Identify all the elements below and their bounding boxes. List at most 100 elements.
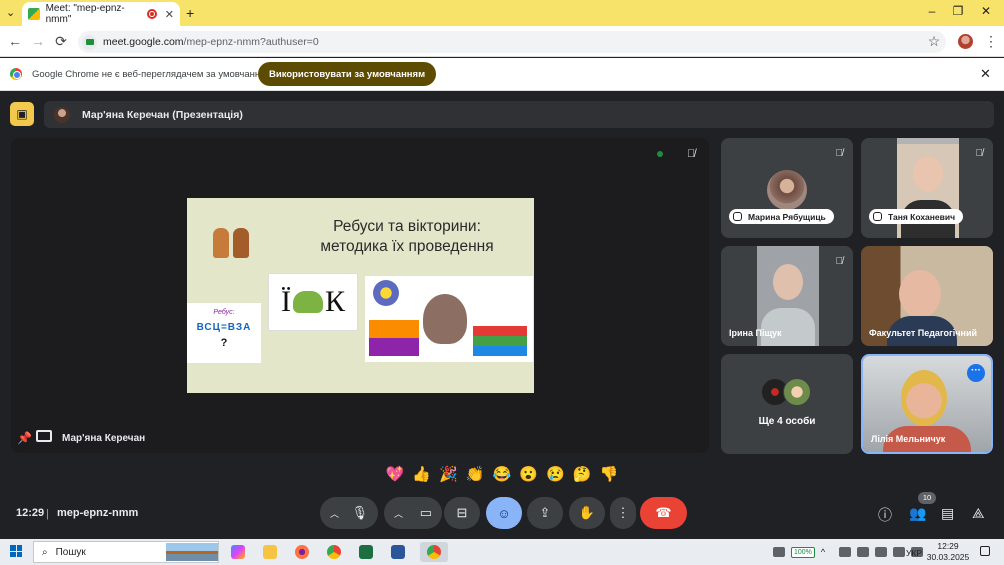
reaction-sad-icon[interactable]: 😢: [545, 463, 567, 485]
mic-control[interactable]: ︿ 🎙: [320, 497, 378, 529]
taskbar-time: 12:29: [937, 541, 959, 551]
pin-icon[interactable]: 📌: [17, 431, 32, 445]
wifi-icon[interactable]: [892, 547, 905, 557]
end-call-button[interactable]: ☎: [640, 497, 687, 529]
shared-slide: Ребуси та вікторини: методика їх проведе…: [187, 198, 534, 393]
camera-control[interactable]: ︿ ▭: [384, 497, 442, 529]
reaction-surprised-icon[interactable]: 😮: [518, 463, 540, 485]
site-info-icon[interactable]: [82, 34, 97, 50]
reactions-bar: 💖 👍 🎉 👏 😂 😮 😢 🤔 👎: [384, 462, 620, 486]
battery-icon[interactable]: [874, 547, 887, 557]
reload-button[interactable]: ⟳: [52, 33, 70, 50]
activities-icon[interactable]: ⟁: [972, 505, 985, 522]
more-participants-tile[interactable]: Ще 4 особи: [721, 354, 853, 454]
participant-tile[interactable]: 🎙̸ Таня Коханевич: [861, 138, 993, 238]
taskbar-clock[interactable]: 12:29 30.03.2025: [926, 541, 970, 563]
profile-avatar[interactable]: [958, 34, 973, 49]
file-explorer-icon[interactable]: [260, 542, 280, 562]
owl-books-illustration: [365, 276, 533, 362]
reaction-thinking-icon[interactable]: 🤔: [571, 463, 593, 485]
restore-button[interactable]: ❐: [944, 4, 972, 18]
mic-off-icon: 🎙̸: [835, 256, 844, 267]
participant-tile[interactable]: Факультет Педагогічний: [861, 246, 993, 346]
meet-favicon-icon: [28, 8, 40, 20]
microphone-icon[interactable]: 🎙: [351, 505, 368, 521]
notifications-icon[interactable]: [980, 546, 990, 556]
hand-icon: ✋: [578, 505, 596, 520]
hand-icon: [873, 212, 882, 221]
reaction-laugh-icon[interactable]: 😂: [491, 463, 513, 485]
taskbar-date: 30.03.2025: [926, 552, 970, 562]
firefox-icon[interactable]: [292, 542, 312, 562]
chat-icon[interactable]: ▤: [941, 505, 954, 522]
rebus-letter-right: К: [324, 285, 345, 318]
presenter-label: Мар'яна Керечан (Презентація): [82, 108, 243, 121]
search-highlight-image: [166, 543, 218, 561]
windows-start-icon[interactable]: [10, 545, 22, 557]
emoji-reactions-button[interactable]: ☺: [486, 497, 522, 529]
reaction-party-icon[interactable]: 🎉: [438, 463, 460, 485]
bookmark-star-icon[interactable]: ☆: [925, 33, 943, 50]
mic-off-icon: 🎙̸: [975, 148, 984, 159]
chrome-active-icon[interactable]: [420, 542, 448, 562]
new-tab-button[interactable]: +: [186, 5, 194, 21]
participant-tile[interactable]: 🎙̸ Ірина Піщук: [721, 246, 853, 346]
set-default-button[interactable]: Використовувати за умовчанням: [258, 62, 437, 86]
participant-name: Лілія Мельничук: [871, 434, 946, 444]
browser-menu-icon[interactable]: ⋮: [982, 33, 1000, 50]
speaking-indicator: [657, 151, 663, 157]
browser-tab-meet[interactable]: Meet: "mep-epnz-nmm" ✕: [22, 2, 180, 26]
more-vert-icon: ⋮: [616, 505, 630, 520]
tab-title: Meet: "mep-epnz-nmm": [45, 3, 125, 25]
rebus-title: Ребус:: [213, 309, 235, 316]
reaction-heart-icon[interactable]: 💖: [384, 463, 406, 485]
chevron-up-icon[interactable]: ︿: [330, 507, 339, 520]
security-icon[interactable]: [773, 547, 785, 557]
chevron-up-icon[interactable]: ︿: [394, 507, 403, 520]
tray-app-icon[interactable]: [838, 547, 851, 557]
rebus-card: Ребус: ВСЦ=ВЗА ?: [187, 303, 261, 363]
people-icon[interactable]: 👥: [909, 505, 926, 522]
chrome-icon[interactable]: [324, 542, 344, 562]
reaction-thumbs-up-icon[interactable]: 👍: [411, 463, 433, 485]
meeting-time: 12:29: [16, 507, 45, 519]
emoji-icon: ☺: [497, 505, 511, 521]
present-screen-button[interactable]: ⇪: [527, 497, 563, 529]
more-options-icon[interactable]: ···: [967, 364, 985, 382]
address-bar[interactable]: meet.google.com/mep-epnz-nmm?authuser=0: [78, 31, 946, 53]
raise-hand-button[interactable]: ✋: [569, 497, 605, 529]
reaction-clap-icon[interactable]: 👏: [464, 463, 486, 485]
rebus-letters: ВСЦ=ВЗА: [196, 322, 252, 333]
input-language[interactable]: УКР: [906, 548, 922, 558]
recording-indicator-icon: [146, 9, 157, 19]
participant-name: Ірина Піщук: [729, 328, 782, 338]
hand-icon: [733, 212, 742, 221]
search-icon: ⌕: [42, 546, 48, 558]
minimize-button[interactable]: –: [918, 4, 946, 18]
word-icon[interactable]: [388, 542, 408, 562]
close-window-button[interactable]: ✕: [972, 4, 1000, 18]
camera-icon[interactable]: ▭: [420, 505, 432, 521]
meeting-info-icon[interactable]: ⓘ: [878, 505, 892, 525]
reaction-thumbs-down-icon[interactable]: 👎: [598, 463, 620, 485]
forward-button[interactable]: →: [29, 33, 47, 49]
back-button[interactable]: ←: [6, 33, 24, 49]
tab-list-chevron-icon[interactable]: ⌄: [6, 6, 15, 19]
battery-indicator[interactable]: 100%: [791, 546, 815, 558]
chevron-up-icon[interactable]: ^: [821, 547, 833, 557]
close-tab-icon[interactable]: ✕: [165, 8, 174, 21]
search-label: Пошук: [55, 546, 86, 558]
presenter-avatar: [54, 106, 70, 123]
participant-tile[interactable]: 🎙̸ Марина Рябущиць: [721, 138, 853, 238]
copilot-app-icon[interactable]: [228, 542, 248, 562]
excel-icon[interactable]: [356, 542, 376, 562]
taskbar-search[interactable]: ⌕ Пошук: [33, 541, 219, 563]
usb-icon[interactable]: [856, 547, 869, 557]
infobar-close-icon[interactable]: ✕: [980, 66, 991, 82]
captions-icon: ⊟: [456, 505, 468, 520]
captions-button[interactable]: ⊟: [444, 497, 480, 529]
participant-tile-self[interactable]: ··· Лілія Мельничук: [861, 354, 993, 454]
stop-presenting-icon[interactable]: ▣: [10, 102, 34, 126]
more-options-button[interactable]: ⋮: [610, 497, 636, 529]
participant-name-chip: Таня Коханевич: [869, 209, 964, 224]
